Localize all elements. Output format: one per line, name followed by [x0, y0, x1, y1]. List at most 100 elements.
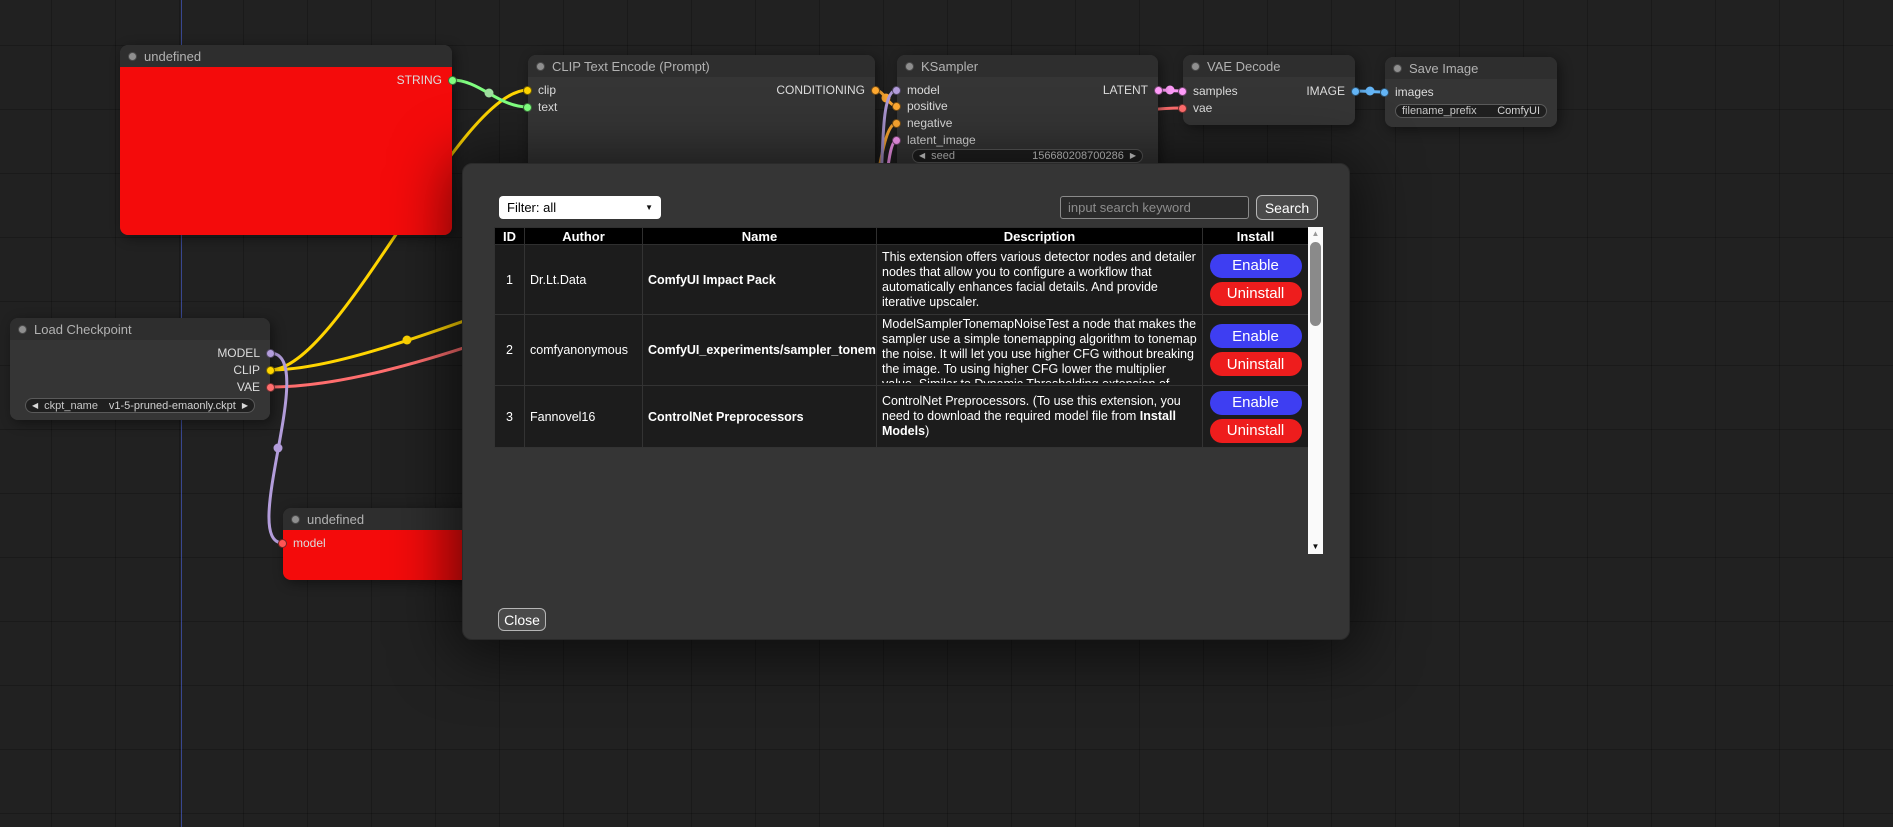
- slot-dot-conditioning-icon[interactable]: [871, 86, 880, 95]
- slot-label: images: [1395, 85, 1434, 99]
- filename-prefix-widget[interactable]: filename_prefix ComfyUI: [1395, 104, 1547, 118]
- collapse-dot-icon[interactable]: [128, 52, 137, 61]
- extension-name-link[interactable]: ComfyUI_experiments/sampler_tonemap: [643, 315, 877, 386]
- slot-dot-string-icon[interactable]: [448, 76, 457, 85]
- extension-id: 1: [495, 245, 525, 315]
- input-slot-latent-image[interactable]: latent_image: [897, 133, 976, 147]
- node-body: MODEL CLIP VAE ◀ ckpt_name v1-5-pruned-e…: [10, 340, 270, 420]
- slot-dot-model-icon[interactable]: [892, 86, 901, 95]
- table-header-row: ID Author Name Description Install: [495, 228, 1309, 245]
- collapse-dot-icon[interactable]: [291, 515, 300, 524]
- node-title-bar[interactable]: KSampler: [897, 55, 1158, 77]
- output-slot-model[interactable]: MODEL: [217, 346, 270, 360]
- extension-author: Fannovel16: [525, 386, 643, 448]
- node-title-bar[interactable]: CLIP Text Encode (Prompt): [528, 55, 875, 77]
- widget-value: 156680208700286: [961, 150, 1124, 162]
- close-button[interactable]: Close: [498, 608, 546, 631]
- description-text: ControlNet Preprocessors. (To use this e…: [882, 394, 1181, 423]
- collapse-dot-icon[interactable]: [18, 325, 27, 334]
- slot-label: model: [293, 536, 326, 550]
- slot-dot-vae-icon[interactable]: [266, 383, 275, 392]
- node-body: images filename_prefix ComfyUI: [1385, 79, 1557, 127]
- output-slot-conditioning[interactable]: CONDITIONING: [776, 83, 875, 97]
- node-title-bar[interactable]: Save Image: [1385, 57, 1557, 79]
- slot-dot-latent-icon[interactable]: [892, 136, 901, 145]
- node-title-bar[interactable]: VAE Decode: [1183, 55, 1355, 77]
- extension-description: ModelSamplerTonemapNoiseTest a node that…: [882, 317, 1197, 383]
- uninstall-button[interactable]: Uninstall: [1210, 352, 1302, 376]
- node-vae-decode[interactable]: VAE Decode samples vae IMAGE: [1183, 55, 1355, 125]
- input-slot-clip[interactable]: clip: [528, 83, 556, 97]
- seed-widget[interactable]: ◀ seed 156680208700286 ▶: [912, 149, 1143, 163]
- filter-select-value: Filter: all: [507, 200, 556, 215]
- enable-button[interactable]: Enable: [1210, 391, 1302, 415]
- input-slot-images[interactable]: images: [1385, 85, 1434, 99]
- slot-dot-model-icon[interactable]: [278, 539, 287, 548]
- slot-dot-model-icon[interactable]: [266, 349, 275, 358]
- node-title: CLIP Text Encode (Prompt): [552, 59, 710, 74]
- enable-button[interactable]: Enable: [1210, 324, 1302, 348]
- header-description: Description: [877, 228, 1203, 245]
- node-body: STRING: [120, 67, 452, 235]
- node-title: Load Checkpoint: [34, 322, 132, 337]
- input-slot-positive[interactable]: positive: [897, 99, 948, 113]
- input-slot-vae[interactable]: vae: [1183, 101, 1212, 115]
- slot-dot-image-icon[interactable]: [1351, 87, 1360, 96]
- output-slot-string[interactable]: STRING: [397, 73, 452, 87]
- slot-label: samples: [1193, 84, 1238, 98]
- scroll-down-arrow-icon[interactable]: ▼: [1308, 540, 1323, 554]
- slot-dot-string-icon[interactable]: [523, 103, 532, 112]
- enable-button[interactable]: Enable: [1210, 254, 1302, 278]
- slot-label: STRING: [397, 73, 442, 87]
- extension-id: 2: [495, 315, 525, 386]
- slot-dot-image-icon[interactable]: [1380, 88, 1389, 97]
- extension-id: 3: [495, 386, 525, 448]
- input-slot-model[interactable]: model: [897, 83, 940, 97]
- node-title-bar[interactable]: undefined: [120, 45, 452, 67]
- slot-label: positive: [907, 99, 948, 113]
- output-slot-image[interactable]: IMAGE: [1306, 84, 1355, 98]
- extension-row: 1 Dr.Lt.Data ComfyUI Impact Pack This ex…: [495, 245, 1309, 315]
- ckpt-name-widget[interactable]: ◀ ckpt_name v1-5-pruned-emaonly.ckpt ▶: [25, 398, 255, 413]
- search-input[interactable]: [1060, 196, 1249, 219]
- output-slot-latent[interactable]: LATENT: [1103, 83, 1158, 97]
- slot-dot-conditioning-icon[interactable]: [892, 102, 901, 111]
- collapse-dot-icon[interactable]: [1191, 62, 1200, 71]
- input-slot-text[interactable]: text: [528, 100, 557, 114]
- uninstall-button[interactable]: Uninstall: [1210, 282, 1302, 306]
- collapse-dot-icon[interactable]: [536, 62, 545, 71]
- node-undefined-top[interactable]: undefined STRING: [120, 45, 452, 235]
- widget-label: seed: [931, 150, 955, 162]
- node-title-bar[interactable]: Load Checkpoint: [10, 318, 270, 340]
- slot-dot-vae-icon[interactable]: [1178, 104, 1187, 113]
- input-slot-model[interactable]: model: [283, 536, 326, 550]
- scrollbar-thumb[interactable]: [1310, 242, 1321, 326]
- input-slot-samples[interactable]: samples: [1183, 84, 1238, 98]
- collapse-dot-icon[interactable]: [905, 62, 914, 71]
- extension-author: Dr.Lt.Data: [525, 245, 643, 315]
- extension-name-link[interactable]: ControlNet Preprocessors: [643, 386, 877, 448]
- output-slot-clip[interactable]: CLIP: [233, 363, 270, 377]
- slot-dot-conditioning-icon[interactable]: [892, 119, 901, 128]
- output-slot-vae[interactable]: VAE: [237, 380, 270, 394]
- slot-dot-latent-icon[interactable]: [1178, 87, 1187, 96]
- extension-row: 2 comfyanonymous ComfyUI_experiments/sam…: [495, 315, 1309, 386]
- increment-arrow-icon[interactable]: ▶: [1130, 152, 1136, 160]
- uninstall-button[interactable]: Uninstall: [1210, 419, 1302, 443]
- search-button[interactable]: Search: [1256, 195, 1318, 220]
- node-load-checkpoint[interactable]: Load Checkpoint MODEL CLIP VAE ◀ ckpt_na…: [10, 318, 270, 420]
- input-slot-negative[interactable]: negative: [897, 116, 952, 130]
- filter-select[interactable]: Filter: all ▼: [499, 196, 661, 219]
- table-scrollbar[interactable]: ▲ ▼: [1308, 227, 1323, 554]
- node-save-image[interactable]: Save Image images filename_prefix ComfyU…: [1385, 57, 1557, 127]
- slot-dot-clip-icon[interactable]: [523, 86, 532, 95]
- slot-dot-latent-icon[interactable]: [1154, 86, 1163, 95]
- extension-author: comfyanonymous: [525, 315, 643, 386]
- extension-name-link[interactable]: ComfyUI Impact Pack: [643, 245, 877, 315]
- next-arrow-icon[interactable]: ▶: [242, 402, 248, 410]
- scroll-up-arrow-icon[interactable]: ▲: [1308, 227, 1323, 241]
- slot-dot-clip-icon[interactable]: [266, 366, 275, 375]
- decrement-arrow-icon[interactable]: ◀: [919, 152, 925, 160]
- collapse-dot-icon[interactable]: [1393, 64, 1402, 73]
- prev-arrow-icon[interactable]: ◀: [32, 402, 38, 410]
